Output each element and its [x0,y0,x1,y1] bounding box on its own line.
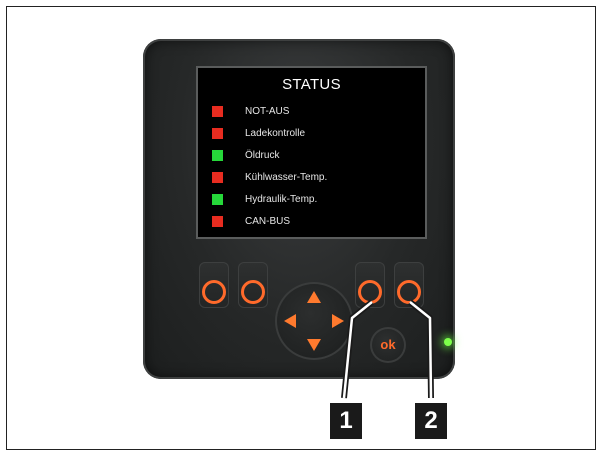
callout-badge-2: 2 [415,403,447,439]
callout-lines [341,299,434,399]
callout-badge-1: 1 [330,403,362,439]
